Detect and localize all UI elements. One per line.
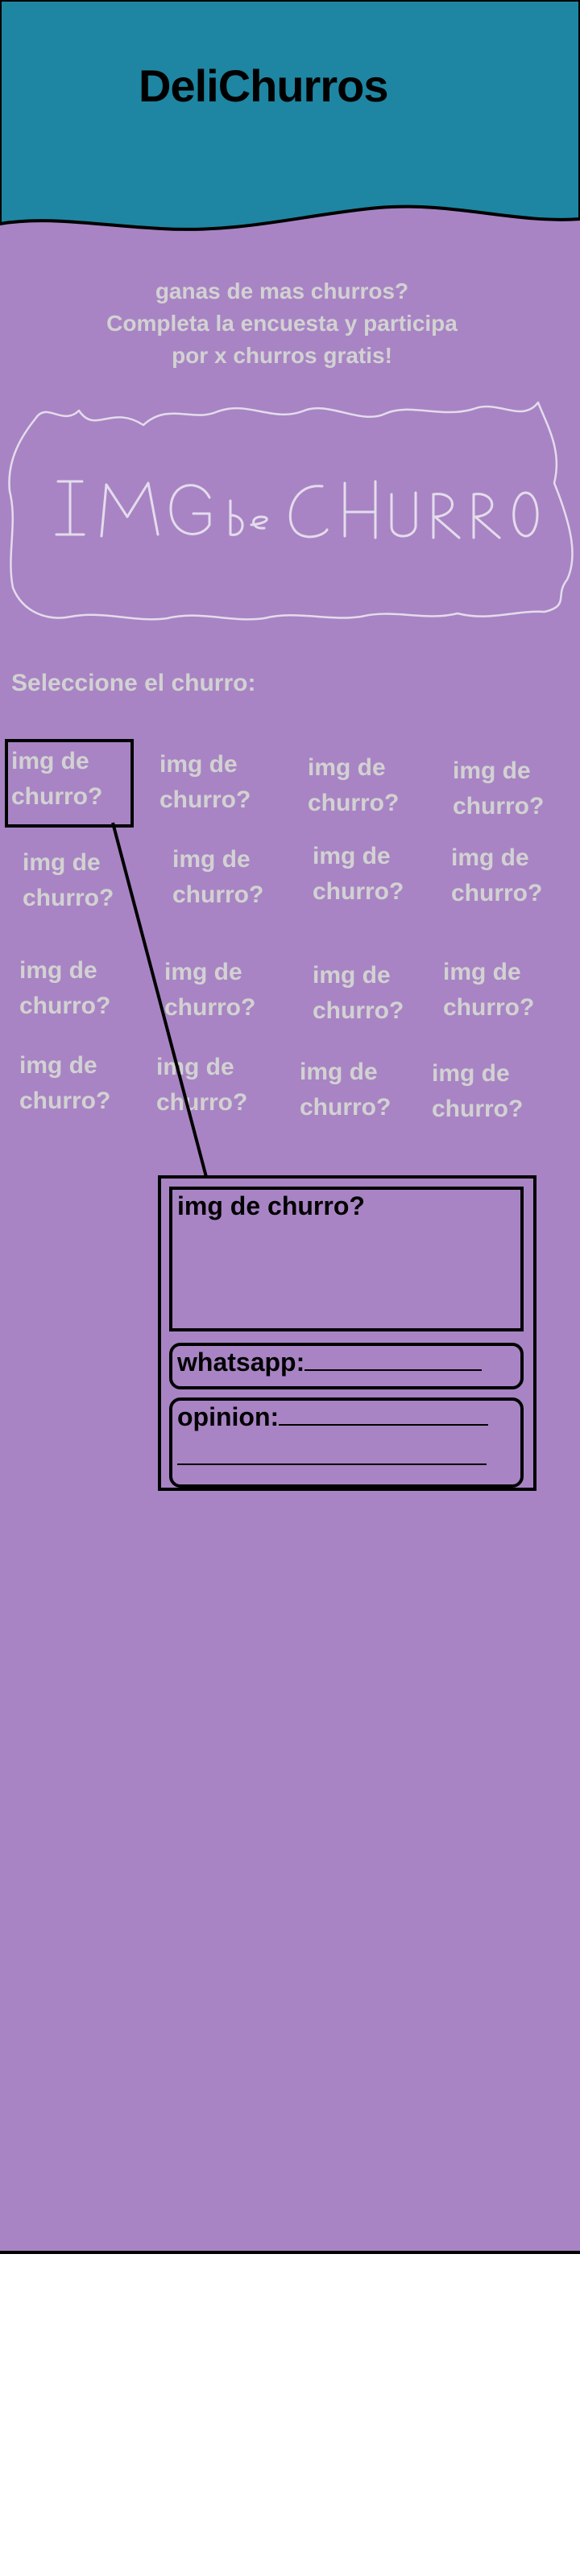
opinion-label: opinion: <box>177 1402 280 1431</box>
whatsapp-field[interactable]: whatsapp: <box>169 1343 524 1389</box>
tile-label: img de <box>443 959 521 985</box>
tile-label: img de <box>23 849 101 876</box>
tile-label: img de <box>19 957 97 984</box>
tile-label: img de <box>164 959 242 985</box>
churro-option-14[interactable]: img de churro? <box>156 1050 277 1120</box>
tile-label: img de <box>11 748 89 774</box>
churro-option-16[interactable]: img de churro? <box>432 1056 553 1126</box>
tile-label: churro? <box>451 879 543 906</box>
churro-option-8[interactable]: img de churro? <box>451 840 572 910</box>
tile-label: churro? <box>160 786 251 813</box>
churro-option-7[interactable]: img de churro? <box>313 839 433 909</box>
tile-label: img de <box>313 843 391 869</box>
tile-label: churro? <box>23 884 114 911</box>
tile-label: img de <box>451 844 529 871</box>
tile-label: churro? <box>156 1088 248 1116</box>
tile-label: churro? <box>432 1095 524 1122</box>
tile-label: churro? <box>453 792 545 819</box>
churro-option-10[interactable]: img de churro? <box>164 955 285 1025</box>
tile-label: img de <box>19 1052 97 1079</box>
intro-line: ganas de mas churros? <box>155 279 409 303</box>
tile-label: img de <box>172 846 251 873</box>
tile-label: img de <box>156 1054 234 1080</box>
churro-option-6[interactable]: img de churro? <box>172 842 293 912</box>
tile-label: churro? <box>164 993 256 1021</box>
tile-label: churro? <box>308 789 400 816</box>
tile-label: churro? <box>19 992 111 1019</box>
whatsapp-label: whatsapp: <box>177 1348 305 1377</box>
hero-sketch-letters <box>55 480 539 539</box>
preview-label: img de churro? <box>177 1191 365 1220</box>
survey-form: img de churro? whatsapp: opinion: <box>158 1175 536 1491</box>
tile-label: img de <box>313 962 391 989</box>
opinion-underline <box>279 1424 489 1426</box>
churro-option-2[interactable]: img de churro? <box>160 747 280 817</box>
tile-label: churro? <box>19 1087 111 1114</box>
select-churro-label: Seleccione el churro: <box>11 670 256 696</box>
whatsapp-underline <box>304 1369 483 1371</box>
tile-label: churro? <box>300 1093 392 1121</box>
page-bottom-border <box>0 2251 580 2254</box>
intro-text: ganas de mas churros? Completa la encues… <box>64 275 499 371</box>
opinion-underline-2 <box>177 1463 487 1465</box>
hero-churro-sketch <box>8 401 574 621</box>
brand-title: DeliChurros <box>139 60 388 111</box>
churro-option-13[interactable]: img de churro? <box>19 1048 140 1118</box>
tile-label: img de <box>432 1060 510 1087</box>
churro-option-1[interactable]: img de churro? <box>11 744 132 814</box>
tile-label: churro? <box>172 881 264 908</box>
tile-label: img de <box>453 758 531 784</box>
intro-line: por x churros gratis! <box>172 342 392 368</box>
churro-option-11[interactable]: img de churro? <box>313 958 433 1028</box>
churro-option-12[interactable]: img de churro? <box>443 955 564 1025</box>
churro-option-3[interactable]: img de churro? <box>308 750 429 820</box>
churro-option-15[interactable]: img de churro? <box>300 1055 420 1125</box>
header-banner <box>0 0 580 231</box>
tile-label: img de <box>300 1059 378 1085</box>
tile-label: churro? <box>313 877 404 905</box>
churro-option-9[interactable]: img de churro? <box>19 953 140 1023</box>
tile-label: img de <box>308 754 386 781</box>
header-wave <box>0 0 580 231</box>
churro-preview: img de churro? <box>169 1187 524 1331</box>
tile-label: img de <box>160 751 238 778</box>
opinion-field[interactable]: opinion: <box>169 1397 524 1488</box>
tile-label: churro? <box>11 782 103 810</box>
churro-option-4[interactable]: img de churro? <box>453 753 574 824</box>
intro-line: Completa la encuesta y participa <box>106 310 458 336</box>
churro-option-5[interactable]: img de churro? <box>23 845 143 915</box>
tile-label: churro? <box>443 993 535 1021</box>
tile-label: churro? <box>313 997 404 1024</box>
